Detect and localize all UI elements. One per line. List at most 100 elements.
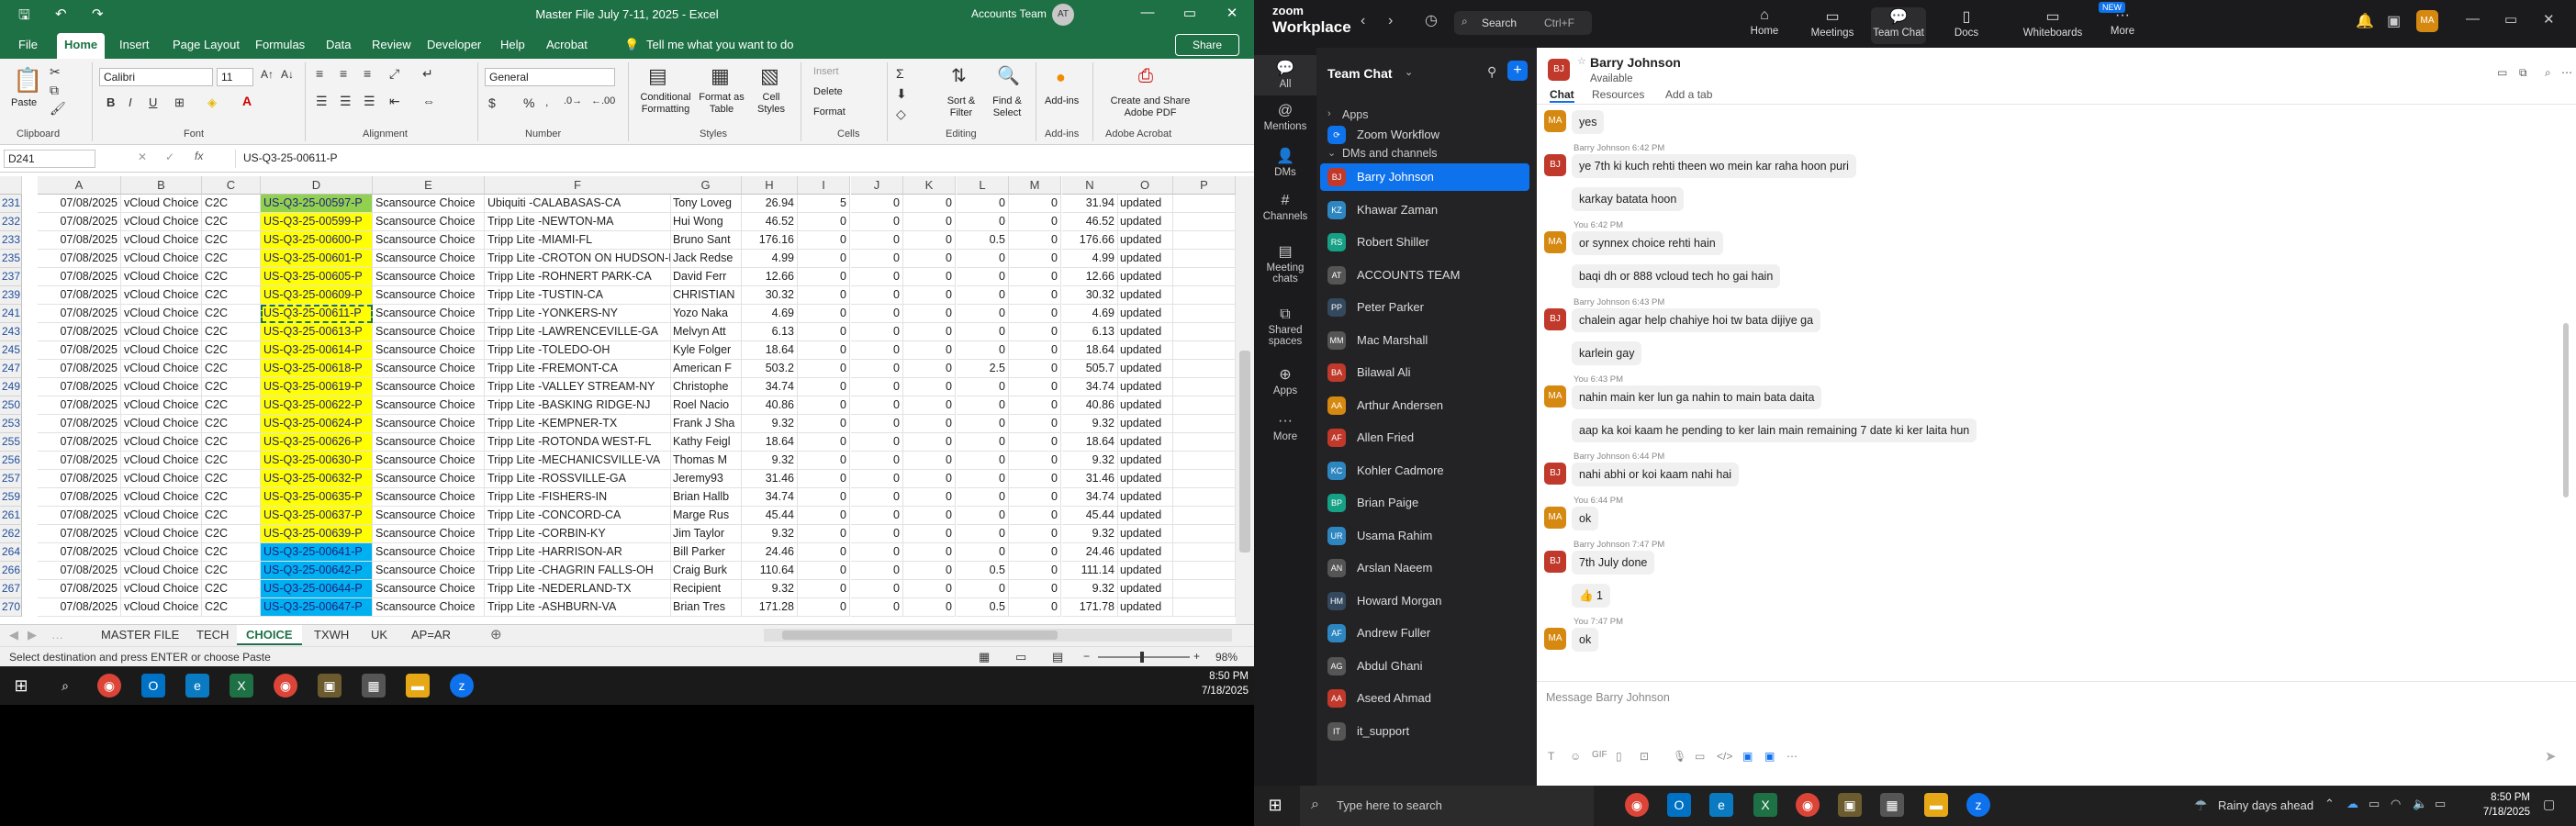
share-button[interactable]: Share bbox=[1175, 34, 1239, 56]
table-cell[interactable]: US-Q3-25-00644-P bbox=[261, 580, 373, 598]
fill-icon[interactable]: ⬇ bbox=[896, 86, 907, 102]
table-cell[interactable]: Scansource Choice bbox=[373, 415, 485, 433]
table-cell[interactable] bbox=[1173, 231, 1236, 250]
row-header[interactable]: 231 bbox=[0, 195, 22, 213]
table-cell[interactable] bbox=[1173, 195, 1236, 213]
table-cell[interactable]: Tripp Lite -VALLEY STREAM-NY bbox=[485, 378, 671, 396]
contact-item[interactable]: KC Kohler Cadmore bbox=[1320, 457, 1529, 485]
increase-decimal-icon[interactable]: .0→ bbox=[564, 95, 582, 106]
table-cell[interactable] bbox=[1173, 360, 1236, 378]
column-header[interactable]: F bbox=[485, 176, 671, 195]
table-cell[interactable]: Scansource Choice bbox=[373, 580, 485, 598]
format-as-table-icon[interactable]: ▦ bbox=[711, 64, 730, 88]
message-bubble[interactable]: nahin main ker lun ga nahin to main bata… bbox=[1572, 385, 1822, 409]
table-cell[interactable]: 0 bbox=[798, 580, 850, 598]
table-cell[interactable]: 31.46 bbox=[1062, 470, 1118, 488]
chrome-icon[interactable]: ◉ bbox=[1625, 793, 1649, 817]
sheet-nav-next-icon[interactable]: ▶ bbox=[28, 625, 37, 645]
new-chat-button[interactable]: + bbox=[1507, 61, 1528, 81]
message-bubble[interactable]: karkay batata hoon bbox=[1572, 187, 1685, 211]
row-header[interactable]: 270 bbox=[0, 598, 22, 617]
table-cell[interactable]: Tripp Lite -ROTONDA WEST-FL bbox=[485, 433, 671, 452]
audio-icon[interactable]: 🎙 bbox=[1673, 750, 1686, 763]
table-cell[interactable]: 12.66 bbox=[742, 268, 798, 286]
contact-item[interactable]: AA Arthur Andersen bbox=[1320, 392, 1529, 419]
table-cell[interactable]: 0 bbox=[1009, 543, 1061, 562]
table-cell[interactable]: 0 bbox=[903, 452, 956, 470]
table-cell[interactable]: 9.32 bbox=[742, 452, 798, 470]
rail-shared-spaces[interactable]: ⧉ Shared spaces bbox=[1254, 307, 1316, 347]
table-cell[interactable]: Scansource Choice bbox=[373, 433, 485, 452]
table-cell[interactable]: C2C bbox=[202, 507, 261, 525]
find-select-icon[interactable]: 🔍 bbox=[997, 64, 1020, 87]
table-cell[interactable]: Tripp Lite -YONKERS-NY bbox=[485, 305, 671, 323]
table-cell[interactable]: Jim Taylor bbox=[670, 525, 742, 543]
table-cell[interactable] bbox=[1173, 396, 1236, 415]
table-cell[interactable]: Scansource Choice bbox=[373, 341, 485, 360]
table-cell[interactable]: 0 bbox=[1009, 415, 1061, 433]
table-cell[interactable]: 0 bbox=[798, 341, 850, 360]
tab-chat[interactable]: Chat bbox=[1550, 88, 1574, 103]
function-icon[interactable]: fx bbox=[195, 150, 203, 162]
align-right-icon[interactable]: ☰ bbox=[364, 94, 375, 109]
tab-resources[interactable]: Resources bbox=[1592, 88, 1644, 101]
table-cell[interactable]: US-Q3-25-00624-P bbox=[261, 415, 373, 433]
table-cell[interactable]: Tripp Lite -FISHERS-IN bbox=[485, 488, 671, 507]
table-cell[interactable]: 503.2 bbox=[742, 360, 798, 378]
table-cell[interactable]: C2C bbox=[202, 543, 261, 562]
chat-scrollbar[interactable] bbox=[2563, 323, 2569, 497]
table-cell[interactable]: 0 bbox=[1009, 470, 1061, 488]
table-cell[interactable]: updated bbox=[1117, 195, 1173, 213]
wrap-text-icon[interactable]: ↵ bbox=[422, 66, 433, 82]
row-header[interactable]: 241 bbox=[0, 305, 22, 323]
currency-icon[interactable]: $ bbox=[488, 95, 496, 110]
column-header[interactable]: N bbox=[1062, 176, 1118, 195]
table-cell[interactable]: C2C bbox=[202, 415, 261, 433]
table-cell[interactable]: US-Q3-25-00618-P bbox=[261, 360, 373, 378]
table-cell[interactable]: US-Q3-25-00599-P bbox=[261, 213, 373, 231]
table-cell[interactable]: 0 bbox=[798, 323, 850, 341]
table-cell[interactable]: vCloud Choice bbox=[121, 488, 202, 507]
table-cell[interactable]: Scansource Choice bbox=[373, 525, 485, 543]
nav-meetings[interactable]: ▭ Meetings bbox=[1805, 7, 1860, 39]
table-cell[interactable]: C2C bbox=[202, 360, 261, 378]
table-cell[interactable]: 0 bbox=[1009, 360, 1061, 378]
table-cell[interactable]: 0 bbox=[957, 470, 1009, 488]
windows-start-icon[interactable]: ⊞ bbox=[1263, 793, 1287, 817]
table-cell[interactable]: US-Q3-25-00630-P bbox=[261, 452, 373, 470]
sheet-tab-txwh[interactable]: TXWH bbox=[314, 625, 349, 645]
contact-item[interactable]: AF Allen Fried bbox=[1320, 424, 1529, 452]
network-icon[interactable]: ▭ bbox=[2369, 797, 2380, 811]
spreadsheet-grid[interactable]: A B C D E F G H I J K L M N O P 231 07/08/2025 vCloud Choi… bbox=[0, 176, 1236, 624]
tab-page-layout[interactable]: Page Layout bbox=[173, 38, 240, 51]
table-cell[interactable] bbox=[1173, 286, 1236, 305]
borders-icon[interactable]: ⊞ bbox=[174, 95, 185, 110]
message-input[interactable]: Message Barry Johnson bbox=[1546, 691, 1670, 704]
more-options-icon[interactable]: ⋯ bbox=[2561, 66, 2572, 79]
battery-icon[interactable]: ▭ bbox=[2435, 797, 2446, 811]
sheet-tab-choice[interactable]: CHOICE bbox=[237, 625, 302, 645]
table-cell[interactable]: 0 bbox=[903, 305, 956, 323]
table-cell[interactable]: 0 bbox=[1009, 580, 1061, 598]
table-cell[interactable]: Tripp Lite -CONCORD-CA bbox=[485, 507, 671, 525]
table-cell[interactable] bbox=[1173, 305, 1236, 323]
table-cell[interactable]: 07/08/2025 bbox=[38, 507, 121, 525]
table-cell[interactable]: 9.32 bbox=[1062, 452, 1118, 470]
table-cell[interactable]: Bill Parker bbox=[670, 543, 742, 562]
table-cell[interactable]: 0 bbox=[798, 562, 850, 580]
table-cell[interactable]: C2C bbox=[202, 525, 261, 543]
send-icon[interactable]: ➤ bbox=[2545, 748, 2557, 765]
autosum-icon[interactable]: Σ bbox=[896, 66, 904, 81]
table-cell[interactable]: 0 bbox=[1009, 231, 1061, 250]
popout-icon[interactable]: ⧉ bbox=[2519, 66, 2527, 80]
column-header[interactable]: G bbox=[670, 176, 742, 195]
message-bubble[interactable]: karlein gay bbox=[1572, 341, 1642, 365]
table-cell[interactable]: Tripp Lite -ROSSVILLE-GA bbox=[485, 470, 671, 488]
fill-color-icon[interactable]: ◈ bbox=[207, 95, 217, 110]
cell-styles-icon[interactable]: ▧ bbox=[760, 64, 779, 88]
nav-home[interactable]: ⌂ Home bbox=[1737, 7, 1792, 37]
tell-me-box[interactable]: Tell me what you want to do bbox=[646, 38, 793, 51]
table-cell[interactable]: 07/08/2025 bbox=[38, 488, 121, 507]
rail-dms[interactable]: 👤 DMs bbox=[1254, 147, 1316, 178]
contact-item[interactable]: AF Andrew Fuller bbox=[1320, 620, 1529, 647]
